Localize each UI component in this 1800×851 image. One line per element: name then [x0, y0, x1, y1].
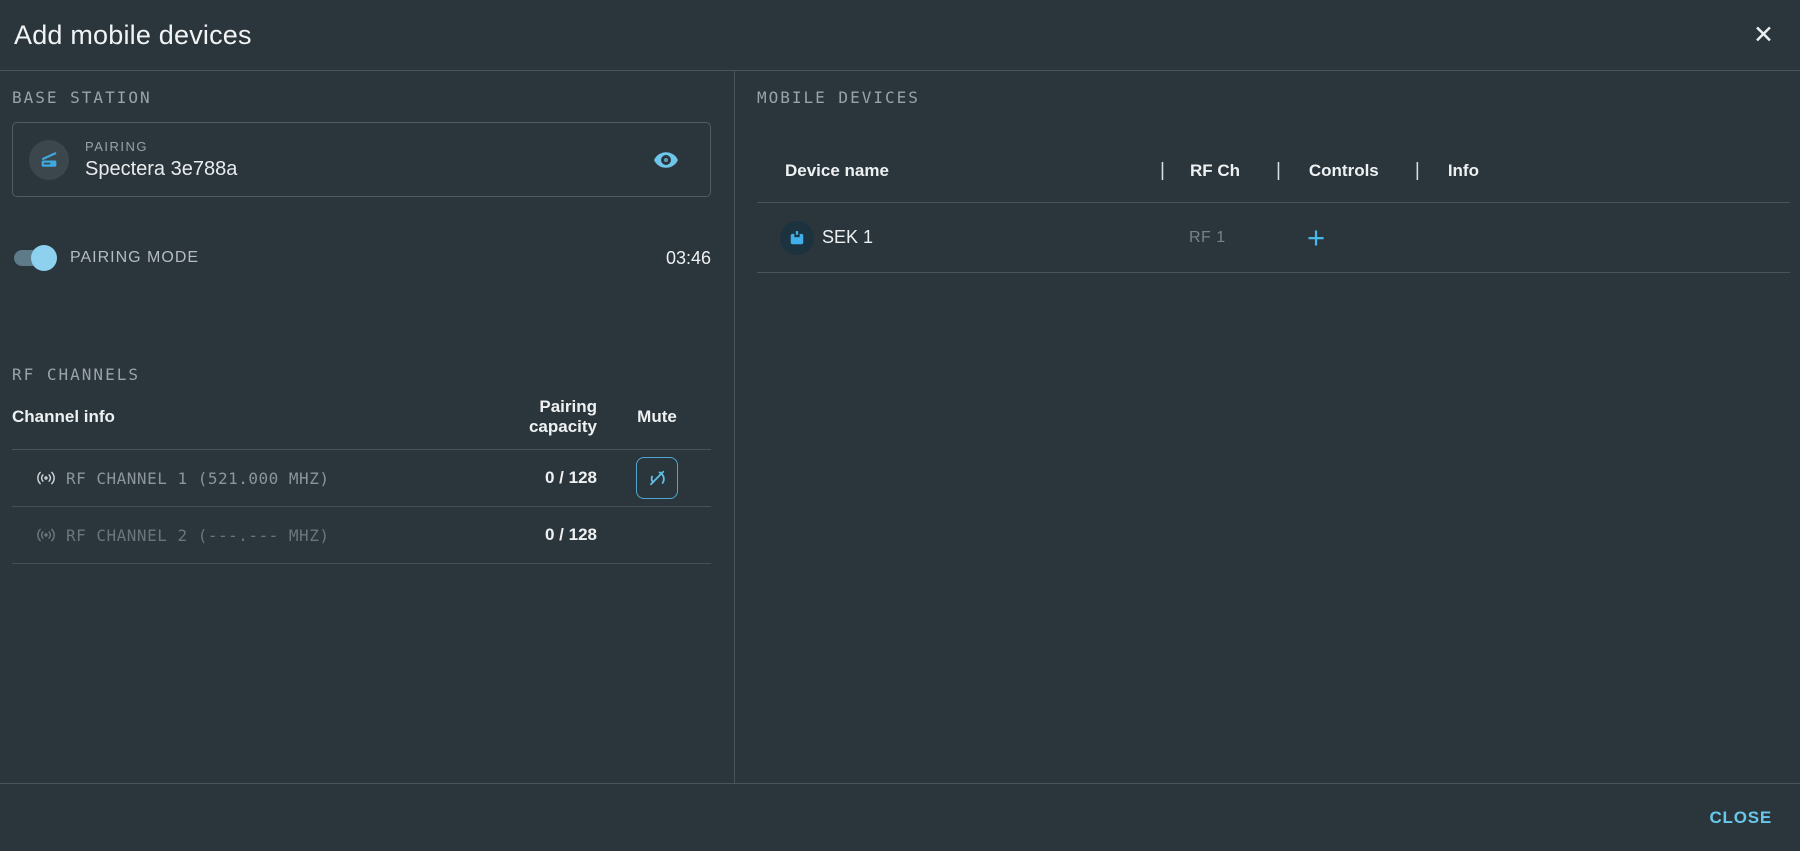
eye-icon [651, 147, 681, 173]
rf-channel-name: RF CHANNEL 2 (---.--- MHZ) [58, 526, 471, 545]
add-device-button[interactable]: + [1301, 222, 1331, 253]
pairing-mode-toggle[interactable] [12, 239, 58, 277]
close-icon[interactable]: ✕ [1747, 19, 1780, 52]
base-station-panel: BASE STATION PAIRING Spectera 3e788a [0, 71, 735, 783]
rf-table-header: Channel info Pairing capacity Mute [12, 384, 711, 450]
dialog-footer: CLOSE [0, 783, 1800, 851]
device-avatar [780, 221, 814, 255]
device-rf-channel: RF 1 [1164, 229, 1279, 247]
pairing-info: PAIRING Spectera 3e788a [85, 139, 237, 181]
plus-icon: + [1307, 220, 1325, 255]
rf-channel-capacity: 0 / 128 [471, 468, 603, 488]
rf-channel-capacity: 0 / 128 [471, 525, 603, 545]
mobile-device-row-sek1: SEK 1 RF 1 + [757, 203, 1790, 273]
close-button[interactable]: CLOSE [1699, 800, 1782, 836]
pairing-mode-label: PAIRING MODE [70, 249, 199, 267]
rf-channel-row-2: RF CHANNEL 2 (---.--- MHZ) 0 / 128 [12, 507, 711, 564]
dialog-content: BASE STATION PAIRING Spectera 3e788a [0, 71, 1800, 783]
bodypack-device-icon [787, 228, 807, 248]
column-controls: Controls [1281, 161, 1415, 181]
add-mobile-devices-dialog: Add mobile devices ✕ BASE STATION PAIRIN… [0, 0, 1800, 851]
base-station-section-title: BASE STATION [12, 88, 711, 107]
dialog-title: Add mobile devices [14, 20, 252, 51]
column-channel-info: Channel info [12, 407, 471, 427]
mute-button[interactable] [636, 457, 678, 499]
rf-signal-icon [34, 523, 58, 547]
identify-button[interactable] [651, 147, 681, 173]
base-station-icon [38, 149, 60, 171]
toggle-knob [31, 245, 57, 271]
base-station-card: PAIRING Spectera 3e788a [12, 122, 711, 197]
column-pairing-capacity: Pairing capacity [471, 397, 603, 437]
mobile-devices-panel: MOBILE DEVICES Device name | RF Ch | Con… [735, 71, 1800, 783]
column-rf-ch: RF Ch [1165, 161, 1276, 181]
rf-channels-table: Channel info Pairing capacity Mute RF CH… [12, 384, 711, 564]
column-info: Info [1420, 161, 1479, 181]
mobile-devices-table-header: Device name | RF Ch | Controls | Info [757, 139, 1790, 203]
base-station-avatar [29, 140, 69, 180]
dialog-header: Add mobile devices ✕ [0, 0, 1800, 71]
column-mute: Mute [603, 407, 711, 427]
rf-channels-section-title: RF CHANNELS [12, 365, 711, 384]
rf-channel-name: RF CHANNEL 1 (521.000 MHZ) [58, 469, 471, 488]
pairing-mode-row: PAIRING MODE 03:46 [12, 239, 711, 277]
pairing-countdown: 03:46 [666, 248, 711, 269]
base-station-name: Spectera 3e788a [85, 158, 237, 181]
rf-signal-off-icon [645, 466, 669, 490]
mobile-devices-section-title: MOBILE DEVICES [757, 88, 1790, 107]
pairing-label: PAIRING [85, 139, 237, 154]
rf-channel-row-1: RF CHANNEL 1 (521.000 MHZ) 0 / 128 [12, 450, 711, 507]
column-device-name: Device name [757, 161, 1160, 181]
rf-signal-icon [34, 466, 58, 490]
device-name: SEK 1 [822, 227, 873, 248]
